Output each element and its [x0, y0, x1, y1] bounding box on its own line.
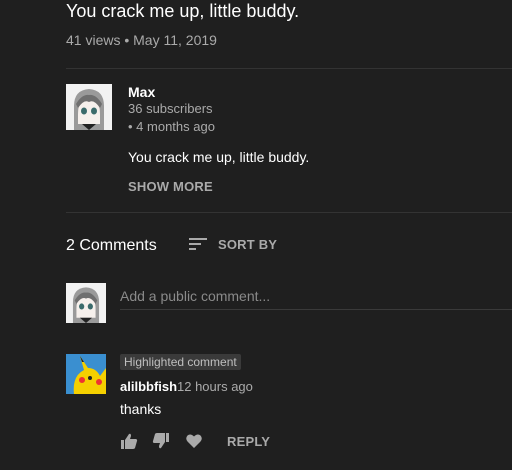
video-title: You crack me up, little buddy. — [66, 1, 300, 21]
sort-by-button[interactable]: SORT BY — [188, 236, 277, 252]
anime-avatar-icon — [66, 283, 106, 323]
anime-avatar-icon — [66, 84, 112, 130]
channel-time: • 4 months ago — [128, 119, 215, 134]
pikachu-avatar-icon — [66, 354, 106, 394]
sort-icon — [189, 238, 207, 250]
divider — [66, 212, 512, 213]
user-avatar — [66, 283, 106, 323]
show-more-button[interactable]: SHOW MORE — [128, 179, 213, 194]
comment-text: thanks — [120, 401, 162, 417]
divider — [66, 68, 512, 69]
dislike-button[interactable] — [152, 432, 170, 450]
channel-name[interactable]: Max — [128, 84, 155, 100]
comment-count: 2 Comments — [66, 237, 157, 254]
video-description: You crack me up, little buddy. — [128, 149, 310, 165]
highlighted-comment-badge: Highlighted comment — [120, 354, 241, 370]
commenter-avatar[interactable] — [66, 354, 106, 394]
comment-author[interactable]: alilbbfish — [120, 379, 177, 394]
like-button[interactable] — [120, 432, 138, 450]
thumbs-up-icon — [121, 433, 138, 449]
thumbs-down-icon — [152, 433, 169, 449]
add-comment-input[interactable] — [120, 282, 512, 310]
channel-avatar[interactable] — [66, 84, 112, 130]
channel-subscribers: 36 subscribers — [128, 101, 213, 116]
heart-button[interactable] — [185, 432, 203, 450]
heart-icon — [186, 434, 202, 448]
comment-time[interactable]: 12 hours ago — [177, 379, 253, 394]
video-meta: 41 views • May 11, 2019 — [66, 32, 217, 48]
sort-by-label: SORT BY — [218, 236, 278, 252]
reply-button[interactable]: REPLY — [227, 434, 270, 449]
